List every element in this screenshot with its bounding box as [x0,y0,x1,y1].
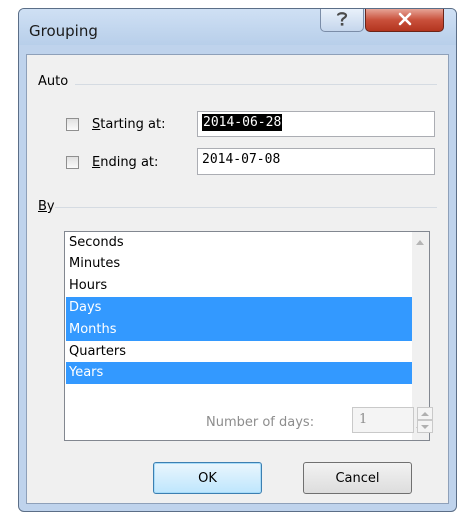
ending-at-value: 2014-07-08 [202,152,281,167]
auto-group-label: Auto [38,74,69,89]
by-group-divider [55,207,437,208]
auto-group-divider [75,84,437,85]
grouping-dialog: Grouping Auto Starting at: 2014-06-28 En… [18,8,457,512]
window-title: Grouping [29,22,98,40]
number-of-days-input[interactable]: 1 [352,407,414,433]
list-item-minutes[interactable]: Minutes [66,253,413,275]
starting-at-label: Starting at: [92,117,165,132]
ending-at-label: Ending at: [92,155,158,170]
list-item-seconds[interactable]: Seconds [66,232,413,254]
by-group-label: By [38,199,55,214]
close-icon [397,11,413,30]
title-bar[interactable]: Grouping [19,9,456,45]
dialog-client-area: Auto Starting at: 2014-06-28 Ending at: … [26,54,449,504]
starting-at-value: 2014-06-28 [202,114,283,131]
list-item-hours[interactable]: Hours [66,275,413,297]
by-group-label-text: y [46,199,55,214]
list-item-years[interactable]: Years [66,362,413,384]
cancel-button[interactable]: Cancel [303,462,412,494]
list-item-days[interactable]: Days [66,297,413,319]
scroll-up-icon[interactable] [416,240,424,245]
starting-at-input[interactable]: 2014-06-28 [197,111,435,137]
spin-up-icon [421,412,429,416]
by-group-mnemonic: B [38,199,47,214]
list-item-quarters[interactable]: Quarters [66,341,413,363]
help-button[interactable] [320,9,364,32]
spin-down-button[interactable] [417,420,433,433]
starting-at-checkbox[interactable] [66,118,79,131]
ending-at-input[interactable]: 2014-07-08 [197,148,435,175]
help-icon [335,10,349,30]
spin-up-button[interactable] [417,407,433,420]
ending-at-checkbox[interactable] [66,156,79,169]
ok-button[interactable]: OK [153,462,262,494]
starting-at-label-text: tarting at: [100,117,166,132]
number-of-days-spinner[interactable] [417,407,433,433]
list-item-months[interactable]: Months [66,319,413,341]
spin-down-icon [421,425,429,429]
ending-at-mnemonic: E [92,155,101,170]
ending-at-label-text: nding at: [100,155,159,170]
close-button[interactable] [365,9,444,32]
number-of-days-label: Number of days: [206,415,315,430]
